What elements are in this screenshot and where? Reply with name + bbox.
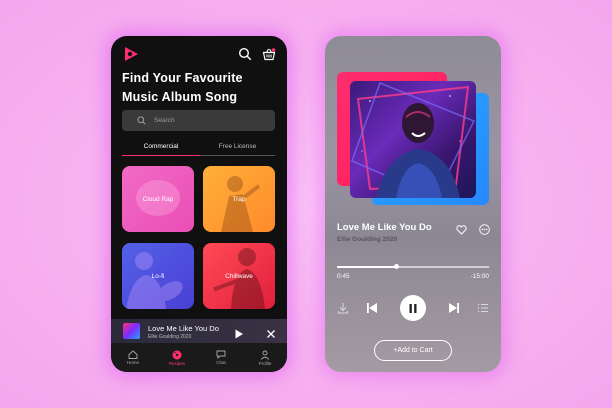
genre-label: Cloud Rap <box>142 195 174 203</box>
add-to-cart-button[interactable]: +Add to Cart <box>374 340 452 361</box>
next-track-icon[interactable] <box>448 301 460 319</box>
nav-label: Profile <box>258 360 272 366</box>
tab-commercial[interactable]: Commercial <box>122 142 200 156</box>
mini-player-title: Love Me Like You Do <box>148 324 219 333</box>
elapsed-time: 0:45 <box>337 273 350 280</box>
nav-item-home[interactable]: Home <box>111 343 155 372</box>
play-logo-icon[interactable] <box>123 46 139 62</box>
download-icon[interactable] <box>337 301 349 319</box>
disc-icon <box>172 350 182 359</box>
nav-item-recipes[interactable]: Recipes <box>155 343 199 372</box>
tab-free-license[interactable]: Free License <box>200 142 275 156</box>
profile-icon <box>260 350 270 360</box>
genre-tile-trap[interactable]: Trap <box>203 166 275 232</box>
nav-label: Chat <box>216 360 226 365</box>
progress-handle[interactable] <box>393 264 399 269</box>
more-options-icon[interactable] <box>479 222 490 240</box>
page-title: Find Your Favourite Music Album Song <box>122 71 243 104</box>
bottom-navigation: Home Recipes Chat Profile <box>111 343 287 372</box>
genre-label: Lo-fi <box>151 272 165 280</box>
heart-icon[interactable] <box>456 222 467 240</box>
play-icon[interactable] <box>234 326 244 344</box>
genre-label: Chillwave <box>225 272 253 280</box>
mini-player[interactable]: Love Me Like You Do Ellie Goulding 2020 <box>111 319 287 343</box>
nav-label: Home <box>126 360 139 365</box>
nav-item-profile[interactable]: Profile <box>243 343 287 372</box>
progress-fill <box>337 266 397 268</box>
progress-slider[interactable] <box>337 264 489 269</box>
close-icon[interactable] <box>266 326 276 344</box>
album-thumbnail <box>123 323 140 339</box>
search-bar[interactable] <box>122 110 275 131</box>
nav-item-chat[interactable]: Chat <box>199 343 243 372</box>
home-screen: Find Your Favourite Music Album Song Com… <box>111 36 287 372</box>
chat-icon <box>216 350 226 359</box>
nav-label: Recipes <box>168 360 186 366</box>
search-input[interactable] <box>152 116 266 125</box>
album-cover-image <box>350 81 476 198</box>
previous-track-icon[interactable] <box>366 301 378 319</box>
song-artist: Ellie Goulding 2020 <box>337 236 397 243</box>
page-background <box>0 0 612 408</box>
genre-tile-lo-fi[interactable]: Lo-fi <box>122 243 194 309</box>
search-icon <box>137 116 146 125</box>
pause-button[interactable] <box>400 295 426 321</box>
home-icon <box>128 350 138 359</box>
song-title: Love Me Like You Do <box>337 222 432 233</box>
playlist-icon[interactable] <box>477 301 489 319</box>
now-playing-screen: Love Me Like You Do Ellie Goulding 2020 … <box>325 36 501 372</box>
genre-tile-cloud-rap[interactable]: Cloud Rap <box>122 166 194 232</box>
genre-label: Trap <box>232 195 246 203</box>
pause-icon <box>409 303 417 313</box>
genre-tile-chillwave[interactable]: Chillwave <box>203 243 275 309</box>
remaining-time: -15:00 <box>470 273 489 280</box>
license-tabs: Commercial Free License <box>122 142 275 156</box>
search-icon[interactable] <box>238 47 252 61</box>
mini-player-artist: Ellie Goulding 2020 <box>148 334 192 340</box>
basket-icon[interactable] <box>262 47 276 61</box>
